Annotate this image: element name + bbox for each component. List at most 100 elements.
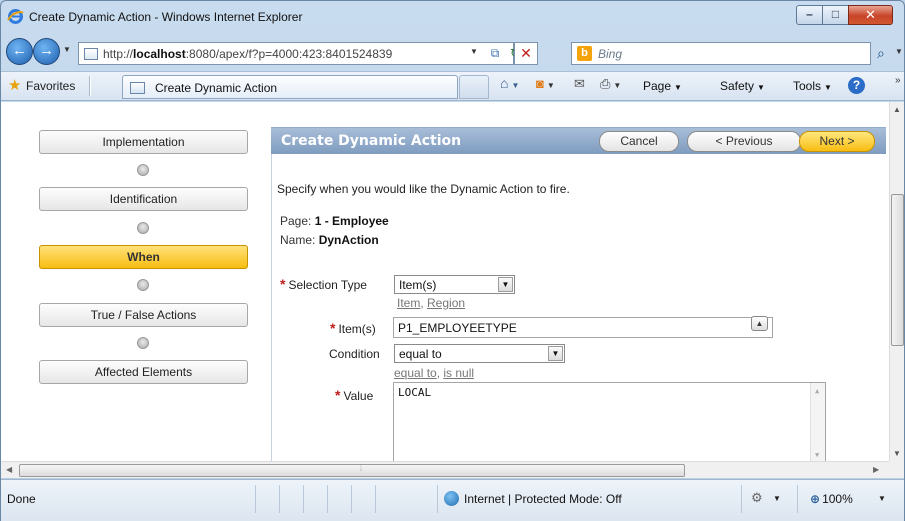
ie-logo-icon [7, 9, 24, 24]
items-label-text: Item(s) [338, 322, 376, 336]
status-divider [797, 485, 798, 513]
globe-icon [444, 491, 459, 506]
recent-pages-dropdown[interactable]: ▼ [63, 45, 71, 54]
quick-pick-is-null[interactable]: is null [443, 366, 474, 380]
status-divider [279, 485, 280, 513]
browser-tab[interactable]: Create Dynamic Action [122, 75, 458, 99]
popup-lov-icon[interactable]: ▲ [751, 316, 768, 331]
next-button[interactable]: Next > [799, 131, 875, 152]
tools-menu[interactable]: Tools ▼ [793, 79, 832, 93]
scroll-left-icon[interactable]: ◀ [6, 465, 12, 474]
close-button[interactable]: ✕ [848, 5, 893, 25]
grip-icon: ⦙ [360, 463, 363, 473]
items-input[interactable]: P1_EMPLOYEETYPE [393, 317, 773, 338]
browser-window: Create Dynamic Action - Windows Internet… [0, 0, 905, 521]
tools-menu-label: Tools [793, 79, 822, 93]
security-zone[interactable]: Internet | Protected Mode: Off [464, 492, 622, 506]
page-info: Page: 1 - Employee [280, 214, 389, 228]
search-box[interactable]: b Bing [571, 42, 871, 65]
selection-type-select[interactable]: Item(s) ▼ [394, 275, 515, 294]
scroll-down-icon[interactable]: ▼ [893, 449, 901, 458]
quick-pick-item[interactable]: Item [397, 296, 420, 310]
chevron-more-icon[interactable]: » [895, 75, 901, 86]
url-host: localhost [133, 47, 186, 61]
step-connector-icon [137, 222, 149, 234]
horizontal-scrollbar[interactable]: ◀ ⦙ ▶ [1, 461, 904, 478]
stop-icon[interactable]: ✕ [514, 42, 538, 65]
wizard-step-true-false-actions[interactable]: True / False Actions [39, 303, 248, 327]
textarea-scrollbar[interactable]: ▲ ▼ [810, 383, 825, 461]
required-icon: * [280, 276, 286, 292]
cancel-button[interactable]: Cancel [599, 131, 679, 152]
back-button[interactable]: ← [6, 38, 33, 65]
required-icon: * [330, 320, 336, 336]
status-bar: Done Internet | Protected Mode: Off ⚙ ▼ … [1, 479, 904, 521]
wizard-step-implementation[interactable]: Implementation [39, 130, 248, 154]
toolbar-separator [89, 76, 91, 96]
status-divider [327, 485, 328, 513]
scroll-up-icon[interactable]: ▲ [815, 387, 819, 395]
condition-quick-picks: equal to, is null [394, 366, 475, 380]
search-options-dropdown[interactable]: ▼ [895, 47, 903, 56]
print-icon[interactable]: ⎙ ▼ [600, 76, 621, 92]
compatibility-view-icon[interactable]: ⧉ [487, 46, 503, 62]
favorites-button[interactable]: ★ Favorites [4, 76, 81, 97]
page-info-value: 1 - Employee [314, 214, 389, 228]
name-info-label: Name: [280, 233, 316, 247]
zoom-value: 100% [822, 492, 853, 506]
value-textarea[interactable]: LOCAL ▲ ▼ [393, 382, 826, 461]
address-url[interactable]: http://localhost:8080/apex/f?p=4000:423:… [103, 47, 392, 61]
mail-icon[interactable]: ✉ [574, 76, 585, 92]
scroll-up-icon[interactable]: ▲ [893, 105, 901, 114]
forward-button[interactable]: → [33, 38, 60, 65]
page-content: Implementation Identification When True … [1, 102, 889, 461]
step-connector-icon [137, 279, 149, 291]
zoom-level[interactable]: ⊕ 100% [810, 492, 853, 506]
wizard-step-when[interactable]: When [39, 245, 248, 269]
scrollbar-thumb[interactable]: ⦙ [19, 463, 685, 477]
wizard-step-identification[interactable]: Identification [39, 187, 248, 211]
status-divider [375, 485, 376, 513]
zoom-dropdown[interactable]: ▼ [878, 494, 886, 503]
feeds-icon[interactable]: ◙ ▼ [536, 76, 555, 91]
scroll-down-icon[interactable]: ▼ [815, 451, 819, 459]
security-dropdown[interactable]: ▼ [773, 494, 781, 503]
new-tab-button[interactable] [459, 75, 489, 99]
condition-label: Condition [329, 347, 380, 361]
address-dropdown[interactable]: ▼ [470, 47, 478, 56]
safety-menu-label: Safety [720, 79, 755, 93]
quick-pick-equal-to[interactable]: equal to [394, 366, 437, 380]
quick-pick-region[interactable]: Region [427, 296, 465, 310]
back-arrow-icon: ← [12, 42, 27, 59]
search-input[interactable]: Bing [598, 47, 622, 61]
status-divider [351, 485, 352, 513]
maximize-button[interactable]: □ [822, 5, 849, 25]
instruction-text: Specify when you would like the Dynamic … [277, 182, 570, 196]
previous-button[interactable]: < Previous [687, 131, 801, 152]
page-icon [84, 48, 98, 60]
home-icon[interactable]: ⌂ ▼ [500, 75, 519, 91]
search-icon[interactable]: ⌕ [877, 45, 885, 62]
condition-select[interactable]: equal to ▼ [394, 344, 565, 363]
page-menu[interactable]: Page ▼ [643, 79, 682, 93]
close-icon: ✕ [865, 7, 876, 22]
safety-menu[interactable]: Safety ▼ [720, 79, 765, 93]
status-divider [303, 485, 304, 513]
wizard-step-affected-elements[interactable]: Affected Elements [39, 360, 248, 384]
security-icon[interactable]: ⚙ [751, 490, 763, 506]
navigation-bar: ← → ▼ http://localhost:8080/apex/f?p=400… [1, 33, 904, 71]
selection-type-value: Item(s) [399, 278, 437, 292]
value-label: * Value [335, 387, 373, 403]
minimize-icon: – [806, 7, 813, 21]
status-divider [741, 485, 742, 513]
scrollbar-thumb[interactable] [891, 194, 904, 346]
condition-value: equal to [399, 347, 442, 361]
scroll-right-icon[interactable]: ▶ [873, 465, 879, 474]
chevron-down-icon: ▼ [498, 277, 513, 292]
address-bar[interactable]: http://localhost:8080/apex/f?p=4000:423:… [78, 42, 520, 65]
help-icon[interactable]: ? [848, 77, 865, 94]
selection-type-label: * Selection Type [280, 276, 367, 292]
minimize-button[interactable]: – [796, 5, 823, 25]
command-bar: ★ Favorites Create Dynamic Action ⌂ ▼ ◙ ▼ … [1, 71, 904, 101]
vertical-scrollbar[interactable]: ▲ ▼ [889, 102, 904, 461]
